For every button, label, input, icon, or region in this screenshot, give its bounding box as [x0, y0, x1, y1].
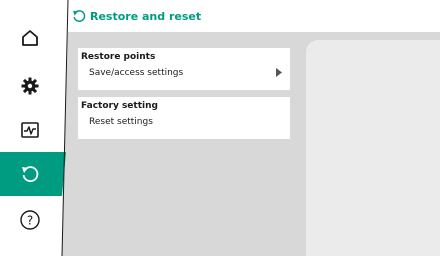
gear-icon [21, 77, 39, 95]
sidebar-item-diagnostics[interactable] [14, 114, 46, 146]
restore-icon [73, 10, 86, 22]
chevron-right-icon [276, 68, 282, 77]
sidebar-item-restore[interactable] [14, 158, 46, 190]
menu-item-subtitle: Save/access settings [89, 68, 184, 78]
preview-panel [306, 40, 440, 256]
help-icon: ? [20, 210, 40, 230]
header: Restore and reset [68, 0, 440, 32]
svg-text:?: ? [27, 214, 33, 228]
sidebar-item-home[interactable] [14, 22, 46, 54]
screen: ? Restore and reset Restore points Save/… [0, 0, 440, 256]
menu-item-title: Restore points [81, 52, 156, 62]
restore-icon [22, 166, 39, 183]
sidebar-item-settings[interactable] [14, 70, 46, 102]
page-title: Restore and reset [90, 10, 202, 23]
menu-item-restore-points[interactable]: Restore points Save/access settings [78, 48, 290, 90]
sidebar-item-help[interactable]: ? [14, 204, 46, 236]
menu-item-subtitle: Reset settings [89, 117, 153, 127]
diagnostics-icon [21, 122, 39, 138]
menu-item-title: Factory setting [81, 101, 158, 111]
menu-item-factory-setting[interactable]: Factory setting Reset settings [78, 97, 290, 139]
home-icon [22, 30, 38, 46]
